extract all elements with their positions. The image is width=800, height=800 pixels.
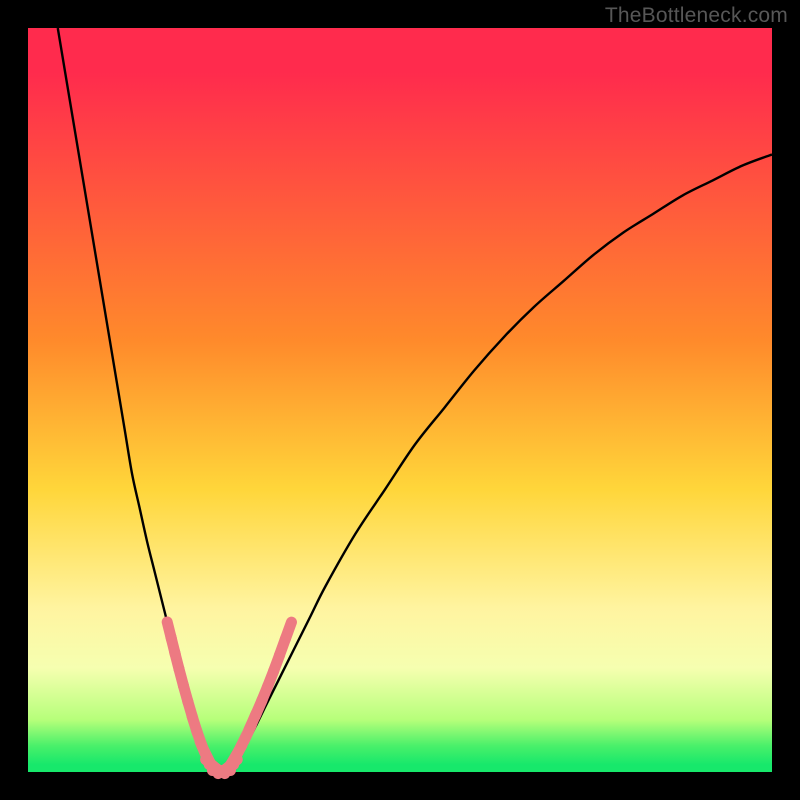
- curve-layer: [28, 28, 772, 772]
- watermark-text: TheBottleneck.com: [605, 4, 788, 28]
- curve-path: [58, 28, 772, 772]
- marker-bead: [285, 622, 291, 639]
- plot-area: [28, 28, 772, 772]
- chart-frame: TheBottleneck.com: [0, 0, 800, 800]
- marker-cluster: [167, 622, 291, 774]
- bottleneck-curve: [58, 28, 772, 772]
